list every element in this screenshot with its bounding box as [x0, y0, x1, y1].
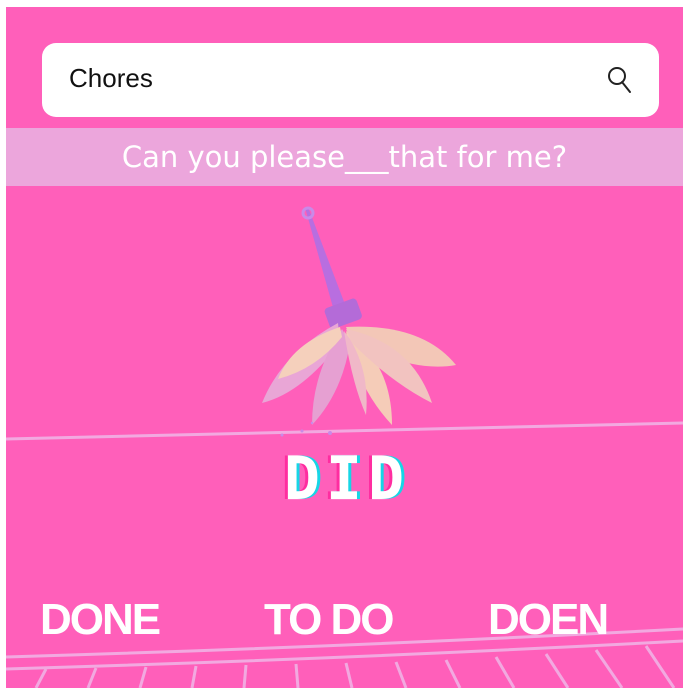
feather-duster-icon	[262, 206, 456, 437]
search-input[interactable]: Chores	[69, 63, 153, 94]
did-logo: DID	[283, 444, 411, 514]
option-to-do[interactable]: TO DO	[264, 595, 395, 645]
answer-options: DONE TO DO DOEN	[6, 595, 683, 645]
search-bar[interactable]: Chores	[42, 43, 659, 117]
option-doen[interactable]: DOEN	[488, 595, 609, 645]
question-text: Can you please___that for me?	[121, 140, 568, 174]
question-band: Can you please___that for me?	[6, 128, 683, 186]
search-icon[interactable]	[603, 63, 637, 97]
option-done[interactable]: DONE	[40, 595, 161, 645]
quiz-card: Chores Can you please___that for me? DID…	[6, 7, 683, 688]
